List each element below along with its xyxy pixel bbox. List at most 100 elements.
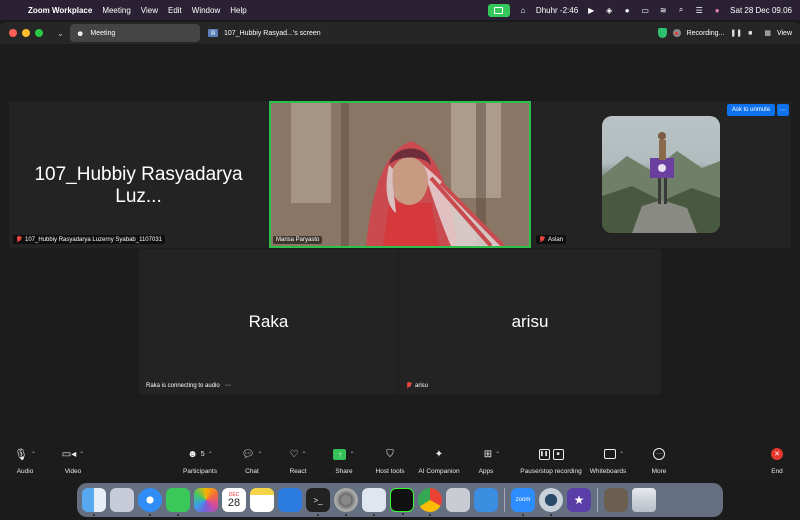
terminal-icon[interactable]: >_ bbox=[306, 488, 330, 516]
chevron-up-icon[interactable]: ⌃ bbox=[495, 451, 500, 458]
downloads-folder-icon[interactable] bbox=[604, 488, 628, 512]
chevron-up-icon[interactable]: ⌃ bbox=[301, 451, 306, 458]
view-grid-icon[interactable]: ▦ bbox=[764, 29, 771, 37]
share-screen-icon: ↑ bbox=[333, 448, 347, 460]
dock-separator bbox=[597, 488, 598, 512]
pause-icon: ❚❚ bbox=[538, 448, 550, 460]
end-meeting-button[interactable]: ✕ End bbox=[747, 446, 800, 475]
meeting-toolbar: 🎙︎ ⌃ Audio ▭◂ ⌃ Video ☻ 5 ⌃ Participants 💬︎ ⌃… bbox=[0, 446, 800, 480]
participants-icon: ☻ bbox=[187, 448, 198, 460]
close-window-button[interactable] bbox=[9, 29, 17, 37]
messages-icon[interactable] bbox=[166, 488, 190, 516]
participant-tile-hubbiy[interactable]: 107_Hubbiy Rasyadarya Luz... 107_Hubbiy … bbox=[9, 101, 268, 248]
ask-to-unmute-button[interactable]: Ask to unmute bbox=[727, 104, 775, 116]
tab-meeting-label: Meeting bbox=[90, 29, 116, 37]
calendar-icon[interactable]: DEC 28 bbox=[222, 488, 246, 512]
pause-recording-icon[interactable]: ❚❚ bbox=[730, 29, 742, 37]
battery-icon[interactable]: ▭ bbox=[640, 5, 650, 15]
menu-meeting[interactable]: Meeting bbox=[102, 6, 130, 15]
participant-tile-raka[interactable]: Raka Raka is connecting to audio ⋯ bbox=[139, 249, 398, 394]
user-icon[interactable]: ● bbox=[622, 5, 632, 15]
quicktime-icon[interactable] bbox=[539, 488, 563, 516]
keynote-icon[interactable] bbox=[278, 488, 302, 512]
stop-recording-icon[interactable]: ■ bbox=[748, 30, 752, 37]
mic-muted-icon bbox=[16, 236, 22, 243]
participants-icon: ☻ bbox=[76, 28, 85, 38]
shared-screen-icon: ▤ bbox=[208, 29, 218, 37]
participant-name-label: arisu bbox=[415, 382, 429, 389]
microphone-icon: 🎙︎ bbox=[14, 448, 28, 461]
audio-button[interactable]: 🎙︎ ⌃ Audio bbox=[0, 446, 50, 476]
chevron-up-icon[interactable]: ⌃ bbox=[31, 451, 36, 458]
chrome-icon[interactable] bbox=[418, 488, 442, 516]
title-bar: ⌄ ☻ Meeting ▤ 107_Hubbiy Rasyad...'s scr… bbox=[0, 22, 800, 44]
menu-bar: Zoom Workplace Meeting View Edit Window … bbox=[0, 0, 800, 20]
more-button[interactable]: ··· More bbox=[629, 446, 689, 475]
prayer-time[interactable]: Dhuhr -2:46 bbox=[536, 6, 578, 15]
notes-icon[interactable] bbox=[250, 488, 274, 512]
zoom-app-icon[interactable]: zoom bbox=[511, 488, 535, 516]
menu-help[interactable]: Help bbox=[230, 6, 246, 15]
share-label: Share bbox=[335, 468, 353, 475]
participant-name-label: Raka is connecting to audio bbox=[146, 382, 220, 389]
participants-label: Participants bbox=[183, 468, 217, 475]
chevron-up-icon[interactable]: ⌃ bbox=[349, 451, 354, 458]
shield-status-icon[interactable]: ◈ bbox=[604, 5, 614, 15]
clock[interactable]: Sat 28 Dec 09.06 bbox=[730, 6, 792, 15]
more-dots-icon: ··· bbox=[653, 448, 665, 460]
roblox-icon[interactable] bbox=[446, 488, 470, 512]
trash-icon[interactable] bbox=[632, 488, 656, 512]
preview-icon[interactable] bbox=[362, 488, 386, 516]
chevron-up-icon[interactable]: ⌃ bbox=[79, 451, 84, 458]
minimize-window-button[interactable] bbox=[22, 29, 30, 37]
tab-screen-label: 107_Hubbiy Rasyad...'s screen bbox=[224, 29, 321, 37]
control-center-icon[interactable]: ☰ bbox=[694, 5, 704, 15]
apps-button[interactable]: ⊞ ⌃ Apps bbox=[462, 446, 522, 476]
chevron-up-icon[interactable]: ⌃ bbox=[208, 451, 213, 458]
apps-label: Apps bbox=[478, 468, 494, 475]
video-button[interactable]: ▭◂ ⌃ Video bbox=[48, 446, 98, 476]
encryption-shield-icon[interactable] bbox=[657, 28, 667, 38]
app-menu[interactable]: Zoom Workplace bbox=[28, 6, 92, 15]
play-icon[interactable]: ▶ bbox=[586, 5, 596, 15]
launchpad-icon[interactable] bbox=[110, 488, 134, 512]
participant-tile-marisa[interactable]: Marisa Paryasto bbox=[269, 101, 531, 248]
siri-icon[interactable]: ● bbox=[712, 5, 722, 15]
view-button[interactable]: View bbox=[777, 30, 792, 37]
finder-icon[interactable] bbox=[82, 488, 106, 516]
recording-icon bbox=[672, 29, 681, 37]
chevron-down-icon[interactable]: ⌄ bbox=[57, 29, 64, 38]
connecting-dots-icon: ⋯ bbox=[224, 383, 231, 389]
mic-muted-icon bbox=[539, 236, 545, 243]
fullscreen-window-button[interactable] bbox=[35, 29, 43, 37]
pause-recording-label: Pause/stop recording bbox=[520, 468, 582, 475]
ai-companion-button[interactable]: ✦ AI Companion bbox=[409, 446, 469, 476]
shield-icon: ⛉ bbox=[386, 448, 394, 460]
participant-name-large: Raka bbox=[248, 312, 289, 331]
participant-tile-arisu[interactable]: arisu arisu bbox=[399, 249, 661, 394]
more-options-button[interactable]: ⋯ bbox=[777, 104, 789, 116]
participants-button[interactable]: ☻ 5 ⌃ Participants bbox=[170, 446, 230, 476]
menu-view[interactable]: View bbox=[141, 6, 158, 15]
search-icon[interactable]: ⌕ bbox=[676, 5, 686, 15]
tab-shared-screen[interactable]: ▤ 107_Hubbiy Rasyad...'s screen bbox=[208, 24, 321, 42]
imovie-icon[interactable]: ★ bbox=[567, 488, 591, 512]
menu-edit[interactable]: Edit bbox=[168, 6, 182, 15]
zoom-video-status-icon[interactable] bbox=[487, 3, 510, 17]
system-settings-icon[interactable] bbox=[334, 488, 358, 516]
apps-grid-icon: ⊞ bbox=[483, 448, 493, 460]
activity-monitor-icon[interactable] bbox=[390, 488, 414, 515]
safari-icon[interactable] bbox=[138, 488, 162, 516]
stop-icon: ■ bbox=[552, 448, 564, 460]
participant-name-label: Marisa Paryasto bbox=[276, 237, 320, 243]
photos-icon[interactable] bbox=[194, 488, 218, 512]
menu-window[interactable]: Window bbox=[192, 6, 220, 15]
blue-app-icon[interactable] bbox=[474, 488, 498, 512]
pause-stop-recording-button[interactable]: ❚❚ ■ Pause/stop recording bbox=[515, 446, 587, 475]
wifi-icon[interactable]: ≋ bbox=[658, 5, 668, 15]
participant-video bbox=[271, 103, 529, 246]
participant-name-tag: arisu bbox=[403, 381, 431, 390]
chevron-up-icon[interactable]: ⌃ bbox=[619, 451, 624, 458]
chevron-up-icon[interactable]: ⌃ bbox=[257, 451, 262, 458]
tab-meeting[interactable]: ☻ Meeting bbox=[70, 24, 200, 42]
